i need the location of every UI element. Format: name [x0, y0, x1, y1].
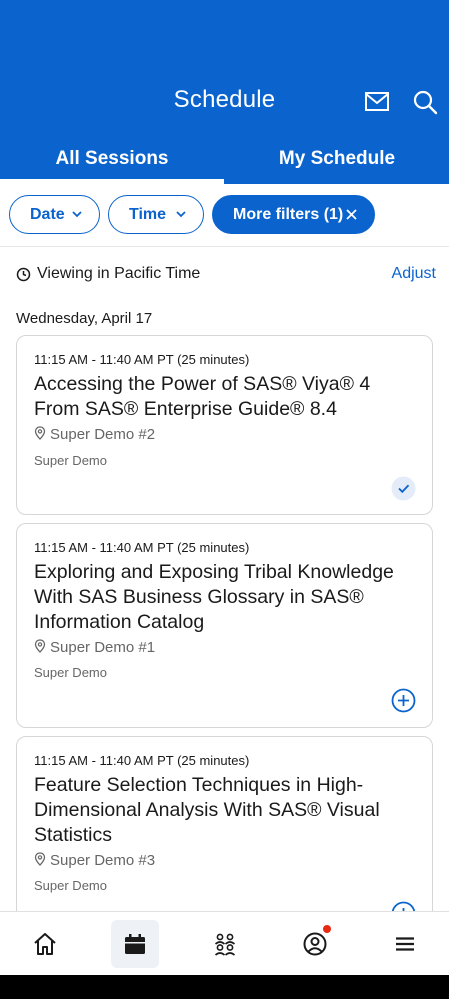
location-pin-icon [34, 426, 46, 440]
session-location-label: Super Demo #2 [50, 426, 156, 443]
session-title: Accessing the Power of SAS® Viya® 4 From… [34, 373, 371, 420]
nav-schedule[interactable] [111, 920, 159, 968]
tab-all-sessions[interactable]: All Sessions [0, 140, 224, 184]
timezone-row: Viewing in Pacific Time Adjust [16, 264, 436, 286]
bottom-navigation [0, 911, 449, 975]
location-pin-icon [34, 639, 46, 653]
session-card[interactable]: 11:15 AM - 11:40 AM PT (25 minutes) Feat… [16, 736, 433, 936]
more-filters-label: More filters (1) [233, 205, 344, 223]
tab-my-schedule[interactable]: My Schedule [225, 140, 449, 184]
date-filter-label: Date [30, 205, 65, 223]
timezone-text: Viewing in Pacific Time [37, 265, 201, 282]
people-icon [214, 933, 236, 956]
notification-badge [323, 925, 331, 933]
profile-icon [303, 932, 327, 956]
session-location-label: Super Demo #3 [50, 852, 156, 869]
session-location-label: Super Demo #1 [50, 639, 156, 656]
session-location: Super Demo #2 [34, 426, 155, 443]
time-filter-button[interactable]: Time [108, 195, 204, 234]
session-time: 11:15 AM - 11:40 AM PT (25 minutes) [34, 352, 250, 367]
more-filters-button[interactable]: More filters (1) [212, 195, 375, 234]
home-icon [34, 933, 56, 955]
menu-icon [396, 937, 414, 951]
filter-bar: Date Time More filters (1) [0, 184, 449, 247]
session-location: Super Demo #1 [34, 639, 155, 656]
date-filter-button[interactable]: Date [9, 195, 100, 234]
location-pin-icon [34, 852, 46, 866]
mail-icon[interactable] [363, 88, 391, 116]
chevron-down-icon [72, 211, 82, 218]
time-filter-label: Time [129, 205, 167, 223]
session-track: Super Demo [34, 878, 107, 893]
session-location: Super Demo #3 [34, 852, 155, 869]
session-time: 11:15 AM - 11:40 AM PT (25 minutes) [34, 540, 250, 555]
adjust-timezone-link[interactable]: Adjust [392, 265, 436, 283]
session-card[interactable]: 11:15 AM - 11:40 AM PT (25 minutes) Acce… [16, 335, 433, 515]
day-heading: Wednesday, April 17 [16, 310, 153, 327]
session-title: Exploring and Exposing Tribal Knowledge … [34, 561, 394, 633]
chevron-down-icon [176, 211, 186, 218]
calendar-icon [125, 934, 145, 954]
close-icon[interactable] [345, 208, 358, 221]
session-card[interactable]: 11:15 AM - 11:40 AM PT (25 minutes) Expl… [16, 523, 433, 728]
nav-profile[interactable] [291, 920, 339, 968]
clock-icon [16, 267, 31, 282]
nav-menu[interactable] [381, 920, 429, 968]
session-title: Feature Selection Techniques in High-Dim… [34, 774, 380, 846]
session-tabs: All Sessions My Schedule [0, 140, 449, 184]
app-header: Schedule All Sessions My Schedule [0, 0, 449, 184]
nav-home[interactable] [21, 920, 69, 968]
session-track: Super Demo [34, 665, 107, 680]
system-navigation-bar [0, 975, 449, 999]
added-check-icon[interactable] [391, 476, 416, 501]
search-icon[interactable] [411, 88, 439, 116]
add-session-icon[interactable] [391, 688, 416, 713]
session-time: 11:15 AM - 11:40 AM PT (25 minutes) [34, 753, 250, 768]
nav-people[interactable] [201, 920, 249, 968]
session-track: Super Demo [34, 453, 107, 468]
